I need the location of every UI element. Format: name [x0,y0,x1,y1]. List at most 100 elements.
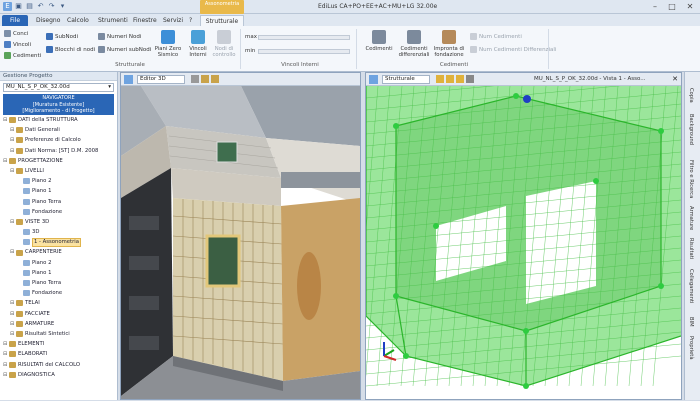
num-cedimenti-diff-button[interactable]: Num Cedimenti Differenziali [470,46,556,53]
tool-icon[interactable] [191,75,199,83]
editor-3d-view[interactable]: Editor 3D [120,72,361,400]
folder-icon [23,178,30,185]
tool-icon[interactable] [201,75,209,83]
tree-item[interactable]: ⊟ Dati Norma: [ST] D.M. 2008 [3,146,117,156]
tool-icon[interactable] [466,75,474,83]
nodi-controllo-button[interactable]: Nodi di controllo [210,30,238,58]
piani-zero-sismico-button[interactable]: Piani Zero Sismico [152,30,184,58]
side-tab-collegamenti[interactable]: Collegamenti [688,269,694,303]
side-tab-copia[interactable]: Copia [688,88,694,103]
tree-item[interactable]: ⊟ ELEMENTI [3,339,117,349]
tree-item[interactable]: ⊟ DATI della STRUTTURA [3,115,117,125]
tool-icon[interactable] [436,75,444,83]
tree-item-label: Fondazione [32,208,63,215]
tree-item[interactable]: ⊟ Preferenze di Calcolo [3,135,117,145]
tab-help[interactable]: ? [186,15,195,26]
tab-strutturale[interactable]: Strutturale [200,15,244,26]
close-icon[interactable]: ✕ [683,1,697,12]
min-slider[interactable] [258,49,350,54]
side-tab-bim[interactable]: BIM [688,317,694,327]
tab-calcolo[interactable]: Calcolo [64,15,92,26]
tree-item-label: Preferenze di Calcolo [25,137,81,144]
tab-disegno[interactable]: Disegno [33,15,63,26]
maximize-icon[interactable]: □ [665,1,679,12]
tab-file[interactable]: File [2,15,28,26]
vincoli-button[interactable]: Vincoli [4,41,31,48]
structural-view[interactable]: Strutturale MU_NL_S_P_OK_32.00d - Vista … [340,55,682,400]
numeri-subnodi-button[interactable]: Numeri subNodi [98,46,151,53]
tree-item[interactable]: ⊟ Risultati Sintetici [3,329,117,339]
tree-item-label: Piano 2 [32,259,52,266]
tree-item[interactable]: Piano Terra [3,278,117,288]
structural-combo[interactable]: Strutturale [382,75,430,84]
side-tab-risultati[interactable]: Risultati [688,238,694,259]
tree-item[interactable]: ⊟ RISULTATI del CALCOLO [3,360,117,370]
save-icon[interactable]: ▣ [14,2,23,11]
tool-icon[interactable] [456,75,464,83]
folder-icon [9,361,16,368]
open-icon[interactable]: ▤ [25,2,34,11]
num-cedimenti-diff-icon [470,46,477,53]
tree-item-label: ARMATURE [25,320,55,327]
cedimenti-small-button[interactable]: Cedimenti [4,52,41,59]
navigator-box: NAVIGATORE [Muratura Esistente] [Miglior… [3,94,114,115]
tree-item-label: Dati Norma: [ST] D.M. 2008 [25,147,99,154]
conci-button[interactable]: Conci [4,30,28,37]
tree-item[interactable]: ⊟ PROGETTAZIONE [3,156,117,166]
window-title: EdiLus CA+PO+EE+AC+MU+LG 32.00e [318,3,438,10]
side-tab-background[interactable]: Background [688,114,694,145]
num-cedimenti-button[interactable]: Num Cedimenti [470,33,522,40]
folder-icon [23,280,30,287]
cedimenti-differenziali-button[interactable]: Cedimenti differenziali [397,30,431,58]
tree-item[interactable]: ⊟ CARPENTERIE [3,247,117,257]
blocchi-nodi-button[interactable]: Blocchi di nodi [46,46,95,53]
tree-item-label: Piano Terra [32,280,62,286]
project-combo[interactable]: MU_NL_S_P_OK_32.00d ▾ [3,83,114,92]
tree-item[interactable]: ⊟ VISTE 3D [3,217,117,227]
tab-finestre[interactable]: Finestre [130,15,160,26]
tree-item[interactable]: 1 - Assonometria [3,237,117,247]
side-tab-armature[interactable]: Armature [688,206,694,230]
view-icon[interactable] [369,75,378,84]
minimize-icon[interactable]: – [648,1,662,12]
close-icon[interactable]: ✕ [672,75,678,83]
tree-item[interactable]: ⊟ TELAI [3,298,117,308]
tree-item[interactable]: ⊟ LIVELLI [3,166,117,176]
tree-item[interactable]: Piano 2 [3,258,117,268]
tool-icon[interactable] [211,75,219,83]
chevron-down-icon[interactable]: ▾ [58,2,67,11]
side-tab-proprieta[interactable]: Proprietà [688,336,694,360]
side-tab-filtro-ricerca[interactable]: Filtro e Ricerca [688,160,694,198]
tree-item[interactable]: 3D [3,227,117,237]
tab-strumenti[interactable]: Strumenti [95,15,131,26]
tree-item[interactable]: ⊟ DIAGNOSTICA [3,370,117,380]
subnodi-button[interactable]: SubNodi [46,33,78,40]
impronta-fondazione-button[interactable]: Impronta di fondazione [432,30,466,58]
vincoli-interni-button[interactable]: Vincoli Interni [186,30,210,58]
tab-servizi[interactable]: Servizi [160,15,186,26]
app-icon[interactable]: E [3,2,12,11]
max-slider[interactable] [258,35,350,40]
folder-icon [23,290,30,297]
tree-item-label: LIVELLI [25,167,44,174]
tree-item[interactable]: ⊟ FACCIATE [3,309,117,319]
numeri-nodi-button[interactable]: Numeri Nodi [98,33,141,40]
side-panel-tabs: Copia Background Filtro e Ricerca Armatu… [684,72,700,400]
tree-item-label: ELABORATI [18,351,48,358]
editor-combo[interactable]: Editor 3D [137,75,185,84]
tree-item[interactable]: ⊟ ARMATURE [3,319,117,329]
tree-item[interactable]: Piano 1 [3,186,117,196]
tree-item[interactable]: ⊟ Dati Generali [3,125,117,135]
tree-item[interactable]: Piano 1 [3,268,117,278]
tree-item[interactable]: ⊟ ELABORATI [3,349,117,359]
tree-item[interactable]: Piano 2 [3,176,117,186]
tree-item[interactable]: Fondazione [3,288,117,298]
tool-icon[interactable] [446,75,454,83]
tree-item[interactable]: Fondazione [3,207,117,217]
undo-icon[interactable]: ↶ [36,2,45,11]
cedimenti-button[interactable]: Cedimenti [362,30,396,52]
tree-item-label: 3D [32,229,40,236]
redo-icon[interactable]: ↷ [47,2,56,11]
view-icon[interactable] [124,75,133,84]
tree-item[interactable]: Piano Terra [3,197,117,207]
